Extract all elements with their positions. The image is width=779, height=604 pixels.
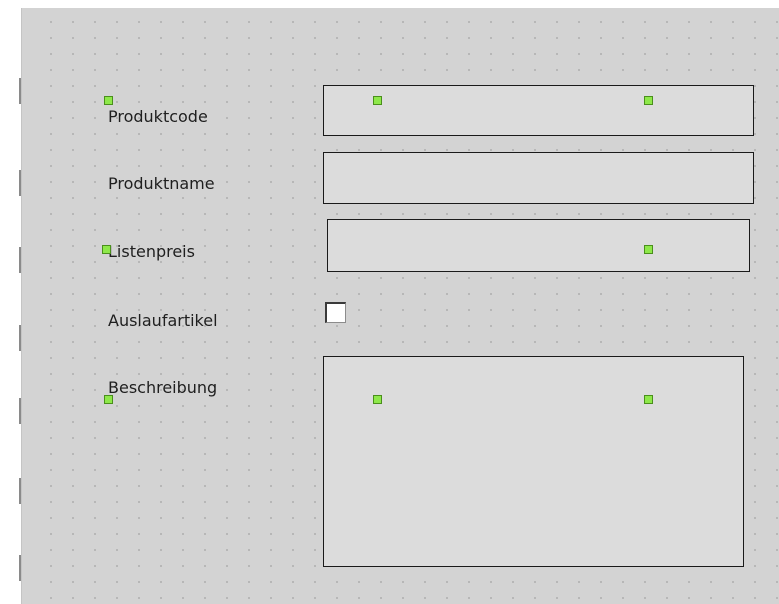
green-square-handle-icon[interactable]: [102, 245, 111, 254]
green-square-handle-icon[interactable]: [373, 395, 382, 404]
form-designer: Produktcode Produktname Listenpreis Ausl…: [0, 0, 779, 604]
auslaufartikel-checkbox[interactable]: [325, 302, 346, 323]
green-square-handle-icon[interactable]: [373, 96, 382, 105]
produktname-textbox[interactable]: [323, 152, 754, 204]
green-square-handle-icon[interactable]: [644, 245, 653, 254]
left-ruler: [0, 0, 21, 604]
design-surface-edge: [21, 8, 30, 604]
beschreibung-textarea[interactable]: [323, 356, 744, 567]
green-square-handle-icon[interactable]: [644, 96, 653, 105]
auslaufartikel-label[interactable]: Auslaufartikel: [108, 311, 218, 331]
listenpreis-textbox[interactable]: [327, 219, 750, 272]
green-square-handle-icon[interactable]: [104, 96, 113, 105]
produktcode-textbox[interactable]: [323, 85, 754, 136]
produktname-label[interactable]: Produktname: [108, 174, 215, 194]
green-square-handle-icon[interactable]: [104, 395, 113, 404]
listenpreis-label[interactable]: Listenpreis: [108, 242, 195, 262]
produktcode-label[interactable]: Produktcode: [108, 107, 208, 127]
beschreibung-label[interactable]: Beschreibung: [108, 378, 217, 398]
green-square-handle-icon[interactable]: [644, 395, 653, 404]
